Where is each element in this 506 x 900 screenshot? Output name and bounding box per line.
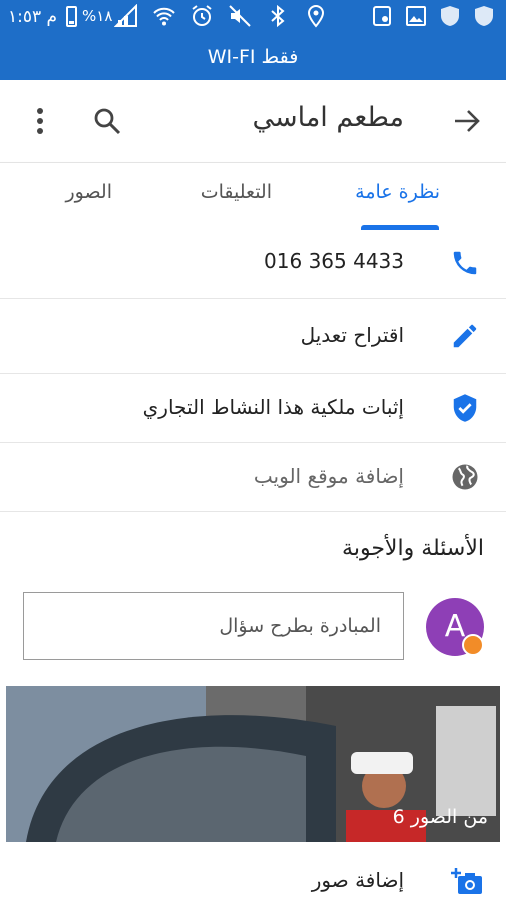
more-vert-icon[interactable] xyxy=(26,106,54,136)
claim-business-row[interactable]: إثبات ملكية هذا النشاط التجاري xyxy=(0,374,506,443)
phone-icon xyxy=(453,251,477,275)
status-time: م ١:٥٣ xyxy=(8,7,58,27)
location-icon xyxy=(307,4,325,28)
gallery-icon xyxy=(406,6,426,26)
shield-icon xyxy=(441,6,459,26)
mute-icon xyxy=(229,5,251,27)
tab-overview[interactable]: نظرة عامة xyxy=(355,181,440,203)
battery-icon xyxy=(66,6,77,27)
battery-percent: %١٨ xyxy=(82,7,113,25)
badge-star-icon xyxy=(462,634,484,656)
qa-section-title: الأسئلة والأجوبة xyxy=(342,536,484,561)
add-photos-row[interactable]: إضافة صور xyxy=(0,846,506,900)
suggest-edit-row[interactable]: اقتراح تعديل xyxy=(0,299,506,374)
add-photo-camera-icon xyxy=(451,868,482,894)
tab-photos[interactable]: الصور xyxy=(65,181,112,203)
signal-icon xyxy=(114,4,137,27)
status-icons-left xyxy=(114,4,328,28)
wifi-icon xyxy=(153,7,175,26)
screen-record-icon xyxy=(373,6,391,26)
place-toolbar: مطعم اماسي xyxy=(0,80,506,162)
add-website-label: إضافة موقع الويب xyxy=(253,464,404,488)
add-photos-label: إضافة صور xyxy=(311,868,404,892)
phone-number: 016 365 4433 xyxy=(264,249,404,273)
phone-row[interactable]: 016 365 4433 xyxy=(0,230,506,299)
verified-shield-icon xyxy=(453,394,477,422)
shield-icon xyxy=(475,6,493,26)
suggest-edit-label: اقتراح تعديل xyxy=(300,323,404,347)
alarm-icon xyxy=(192,5,212,26)
place-tabs: نظرة عامة التعليقات الصور xyxy=(0,162,506,230)
photo-count-label: 6 من الصور xyxy=(392,806,488,828)
back-arrow-icon[interactable] xyxy=(452,106,482,136)
add-website-row[interactable]: إضافة موقع الويب xyxy=(0,443,506,512)
bluetooth-icon xyxy=(271,4,285,28)
wifi-only-banner: WI-FI فقط xyxy=(0,34,506,80)
ask-question-input[interactable]: المبادرة بطرح سؤال xyxy=(23,592,404,660)
globe-icon xyxy=(452,464,478,490)
photo-preview[interactable]: 6 من الصور xyxy=(6,686,500,842)
status-icons-right xyxy=(370,4,496,28)
tab-reviews[interactable]: التعليقات xyxy=(201,181,272,203)
status-bar: م ١:٥٣ %١٨ xyxy=(0,0,506,34)
place-title: مطعم اماسي xyxy=(252,102,404,133)
search-icon[interactable] xyxy=(92,106,122,136)
edit-pencil-icon xyxy=(453,324,477,348)
claim-business-label: إثبات ملكية هذا النشاط التجاري xyxy=(142,395,404,419)
